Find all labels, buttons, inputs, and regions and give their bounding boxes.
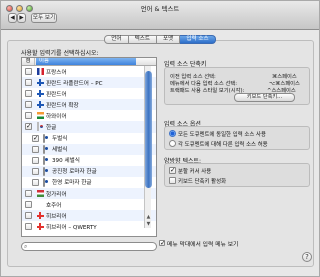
- same-source-label: 모든 도큐멘트에 동일한 입력 소스 사용: [178, 132, 266, 138]
- scroll-up-icon[interactable]: ▲: [145, 214, 152, 221]
- list-item-label: 히브리어 – QWERTY: [46, 224, 97, 231]
- flag-hawaii-icon: [37, 112, 44, 120]
- search-input[interactable]: [32, 243, 152, 250]
- list-item[interactable]: 하와이어: [22, 110, 156, 121]
- enable-checkbox[interactable]: [25, 68, 32, 75]
- korean-mode-icon: [43, 155, 45, 165]
- enable-checkbox[interactable]: [32, 167, 39, 175]
- enable-checkbox[interactable]: [25, 112, 32, 120]
- help-button[interactable]: ?: [302, 252, 312, 262]
- list-item-label: 한글: [46, 124, 57, 131]
- list-item[interactable]: 호주어: [22, 199, 156, 210]
- shortcut-label: 트랙패드 사용 스타일 보기(시각):: [170, 88, 245, 94]
- list-item[interactable]: 390 세벌식: [22, 155, 156, 166]
- list-item[interactable]: 핀란드어: [22, 88, 156, 99]
- different-source-radio[interactable]: [169, 140, 176, 147]
- enable-checkbox[interactable]: [32, 178, 39, 186]
- list-item[interactable]: 히브리어: [22, 210, 156, 222]
- enable-checkbox[interactable]: [25, 101, 32, 109]
- enable-checkbox[interactable]: [25, 190, 32, 198]
- enable-checkbox[interactable]: [25, 223, 32, 231]
- enable-checkbox[interactable]: [25, 201, 32, 209]
- list-item[interactable]: 한글: [22, 121, 156, 133]
- list-item[interactable]: 공진청 로마자 한글: [22, 165, 156, 177]
- list-item-label: 한영 로마자 한글: [52, 180, 92, 187]
- scroll-down-icon[interactable]: ▼: [145, 221, 152, 228]
- korean-mode-icon: [43, 177, 45, 187]
- instruction-text: 사용할 입력기를 선택하십시오:: [21, 50, 99, 57]
- korean-mode-icon: [43, 166, 45, 176]
- enable-checkbox[interactable]: [32, 134, 39, 142]
- scroll-thumb[interactable]: [145, 71, 152, 188]
- enable-checkbox[interactable]: [25, 79, 32, 87]
- korean-mode-icon: [43, 144, 45, 154]
- enable-checkbox[interactable]: [32, 156, 39, 164]
- tab-language[interactable]: 언어: [104, 35, 129, 44]
- list-item-label: 공진청 로마자 한글: [52, 169, 97, 176]
- keyboard-shortcuts-button[interactable]: 키보드 단축키...: [234, 93, 295, 102]
- list-item[interactable]: 헝가리어: [22, 188, 156, 200]
- list-item-label: 호주어: [46, 202, 62, 209]
- list-item[interactable]: 세벌식: [22, 143, 156, 155]
- list-item[interactable]: 핀란드어 확장: [22, 99, 156, 111]
- korean-mode-icon: [43, 133, 45, 143]
- list-scrollbar[interactable]: ▲ ▼: [144, 66, 152, 228]
- preferences-window: 언어 & 텍스트 ◀ ▶ 모두 보기 언어 텍스트 포맷 입력 소스 사용할 입력기를…: [0, 0, 320, 277]
- enable-checkbox[interactable]: [25, 122, 32, 131]
- options-column: 입력 소스 단축키 이전 입력 소스 선택: ⌘스페이스 메뉴에서 다음 입력 …: [164, 1, 310, 276]
- flag-france-icon: [37, 68, 44, 75]
- list-item-label: 핀란드어: [46, 91, 67, 98]
- split-cursor-checkbox[interactable]: [169, 166, 176, 174]
- list-item[interactable]: 두벌식: [22, 133, 156, 144]
- search-field[interactable]: ⌕: [21, 242, 157, 251]
- list-item[interactable]: 히브리어 – QWERTY: [22, 221, 156, 232]
- list-item-label: 두벌식: [52, 136, 68, 143]
- column-on[interactable]: 켬: [22, 58, 35, 65]
- enable-checkbox[interactable]: [25, 90, 32, 98]
- show-all-button[interactable]: 모두 보기: [31, 13, 57, 23]
- list-item-label: 히브리어: [46, 213, 67, 220]
- enable-checkbox[interactable]: [32, 145, 39, 153]
- back-button[interactable]: ◀: [8, 13, 17, 23]
- list-item-label: 하와이어: [46, 113, 67, 120]
- keyboard-shortcut-label: 키보드 단축키 활성화: [178, 179, 227, 185]
- tab-text[interactable]: 텍스트: [128, 35, 158, 44]
- list-header: 켬 이름: [22, 58, 156, 66]
- column-name[interactable]: 이름: [36, 58, 136, 65]
- input-source-list: 켬 이름 프랑스어 핀란드 라플란드어 – PC 핀란드어 핀란드어 확장 하와…: [21, 57, 157, 237]
- list-item-label: 핀란드 라플란드어 – PC: [46, 80, 103, 87]
- list-item[interactable]: 핀란드 라플란드어 – PC: [22, 77, 156, 89]
- enable-checkbox[interactable]: [25, 212, 32, 220]
- flag-hungary-icon: [37, 190, 44, 198]
- list-item-label: 390 세벌식: [52, 158, 80, 165]
- show-input-menu-label: 메뉴 막대에서 입력 메뉴 보기: [167, 242, 239, 248]
- korean-icon: [37, 122, 39, 132]
- list-item-label: 핀란드어 확장: [46, 102, 79, 109]
- different-source-label: 각 도큐멘트에 대해 다른 입력 소스 허용: [178, 142, 268, 148]
- list-item-label: 헝가리어: [46, 191, 67, 198]
- list-item[interactable]: 프랑스어: [22, 66, 156, 77]
- search-icon: ⌕: [24, 243, 28, 250]
- list-item[interactable]: 한영 로마자 한글: [22, 177, 156, 188]
- list-item-label: 세벌식: [52, 147, 68, 154]
- split-cursor-label: 분할 커서 사용: [178, 169, 212, 175]
- show-input-menu-checkbox[interactable]: [159, 239, 166, 247]
- list-item-label: 프랑스어: [46, 69, 67, 76]
- keyboard-shortcut-checkbox[interactable]: [169, 177, 176, 184]
- same-source-radio[interactable]: [169, 130, 176, 137]
- forward-button[interactable]: ▶: [17, 13, 26, 23]
